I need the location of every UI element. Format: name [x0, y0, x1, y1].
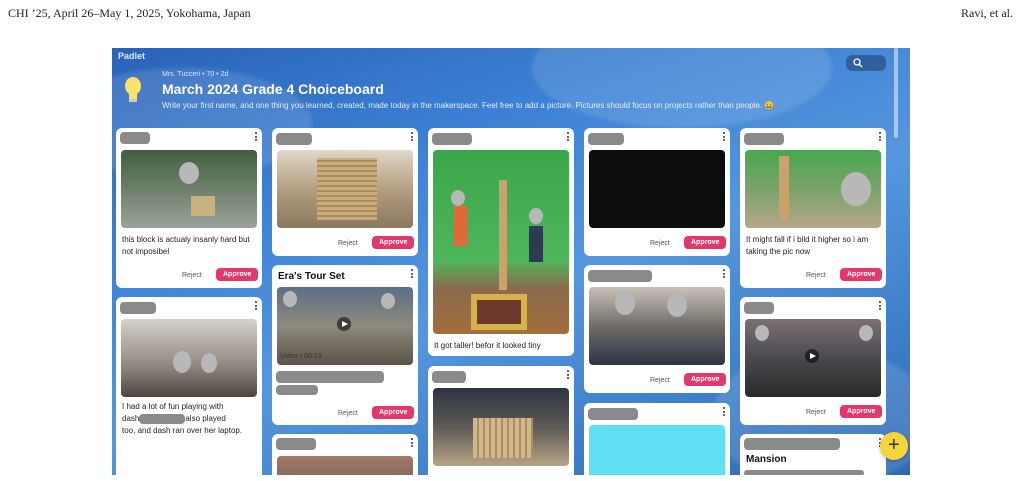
post-text: I had a lot of fun playing with dash also…: [122, 402, 243, 435]
post-image[interactable]: [277, 150, 413, 228]
post-image[interactable]: [121, 150, 257, 228]
play-icon[interactable]: [337, 317, 351, 331]
post-image[interactable]: [121, 319, 257, 397]
redacted-name: [432, 371, 466, 383]
post-image[interactable]: [589, 425, 725, 475]
redacted-name: [276, 371, 384, 383]
post-card[interactable]: [428, 366, 574, 475]
redacted-name: [744, 438, 840, 450]
more-icon[interactable]: [879, 132, 882, 143]
redacted-name: [432, 133, 472, 145]
board-description: Write your first name, and one thing you…: [162, 101, 775, 110]
scrollbar[interactable]: [894, 48, 898, 138]
more-icon[interactable]: [567, 370, 570, 381]
padlet-screenshot: Padlet Mrs. Tucceri • 70 • 2d March 2024…: [112, 48, 910, 475]
post-card[interactable]: Reject Approve: [272, 128, 418, 256]
redacted-name: [588, 270, 652, 282]
post-image[interactable]: [589, 150, 725, 228]
post-image[interactable]: [277, 456, 413, 475]
search-button[interactable]: [846, 55, 886, 71]
redacted-name: [276, 385, 318, 395]
post-title: Mansion: [746, 454, 787, 465]
post-card[interactable]: Reject Approve: [584, 265, 730, 393]
more-icon[interactable]: [411, 438, 414, 449]
approve-button[interactable]: Approve: [216, 268, 259, 281]
padlet-logo[interactable]: Padlet: [118, 51, 145, 61]
more-icon[interactable]: [411, 269, 414, 280]
post-card[interactable]: [272, 434, 418, 475]
more-icon[interactable]: [255, 132, 258, 143]
approve-button[interactable]: Approve: [372, 236, 415, 249]
redacted-name: [276, 438, 316, 450]
post-card[interactable]: Mansion: [740, 434, 886, 475]
search-icon: [853, 58, 863, 68]
redacted-name: [588, 408, 638, 420]
authors: Ravi, et al.: [961, 6, 1013, 20]
reject-button[interactable]: Reject: [338, 240, 358, 247]
more-icon[interactable]: [723, 132, 726, 143]
redacted-name: [588, 133, 624, 145]
paper-header: CHI ’25, April 26–May 1, 2025, Yokohama,…: [8, 6, 1013, 20]
post-text: this block is actualy insanly hard but n…: [122, 235, 250, 256]
play-icon[interactable]: [805, 349, 819, 363]
reject-button[interactable]: Reject: [650, 377, 670, 384]
more-icon[interactable]: [255, 301, 258, 312]
reject-button[interactable]: Reject: [182, 272, 202, 279]
board-title: March 2024 Grade 4 Choiceboard: [162, 81, 384, 97]
reject-button[interactable]: Reject: [806, 409, 826, 416]
post-text: It might fall if i bild it higher so i a…: [746, 235, 869, 256]
reject-button[interactable]: Reject: [650, 240, 670, 247]
approve-button[interactable]: Approve: [684, 236, 727, 249]
post-card[interactable]: Reject Approve: [584, 128, 730, 256]
post-card[interactable]: Video • 00:07 Reject Approve: [740, 297, 886, 425]
redacted-name: [744, 302, 774, 314]
redacted-name: [276, 133, 312, 145]
more-icon[interactable]: [723, 269, 726, 280]
post-title: Era's Tour Set: [278, 271, 345, 282]
video-duration: Video • 00:07: [748, 385, 790, 392]
approve-button[interactable]: Approve: [372, 406, 415, 419]
redacted-name: [120, 132, 150, 144]
video-duration: Video • 00:13: [280, 353, 322, 360]
redacted-name: [744, 470, 864, 475]
more-icon[interactable]: [723, 407, 726, 418]
approve-button[interactable]: Approve: [840, 268, 883, 281]
post-card[interactable]: Era's Tour Set Video • 00:13 Reject Appr…: [272, 265, 418, 425]
post-image[interactable]: [433, 150, 569, 334]
post-card[interactable]: It might fall if i bild it higher so i a…: [740, 128, 886, 288]
reject-button[interactable]: Reject: [338, 410, 358, 417]
more-icon[interactable]: [879, 301, 882, 312]
more-icon[interactable]: [411, 132, 414, 143]
post-card[interactable]: this block is actualy insanly hard but n…: [116, 128, 262, 288]
post-image[interactable]: [433, 388, 569, 466]
redacted-name: [120, 302, 156, 314]
post-card[interactable]: I had a lot of fun playing with dash also…: [116, 297, 262, 475]
lightbulb-icon: [125, 77, 141, 102]
more-icon[interactable]: [567, 132, 570, 143]
post-card[interactable]: [584, 403, 730, 475]
redacted-name: [744, 133, 784, 145]
add-post-button[interactable]: [880, 432, 908, 460]
reject-button[interactable]: Reject: [806, 272, 826, 279]
approve-button[interactable]: Approve: [684, 373, 727, 386]
post-card[interactable]: It got taller! befor it looked tiny: [428, 128, 574, 356]
post-image[interactable]: [589, 287, 725, 365]
post-text: It got taller! befor it looked tiny: [434, 341, 541, 350]
post-image[interactable]: [745, 150, 881, 228]
conference-info: CHI ’25, April 26–May 1, 2025, Yokohama,…: [8, 6, 251, 20]
approve-button[interactable]: Approve: [840, 405, 883, 418]
board-meta: Mrs. Tucceri • 70 • 2d: [162, 71, 229, 78]
